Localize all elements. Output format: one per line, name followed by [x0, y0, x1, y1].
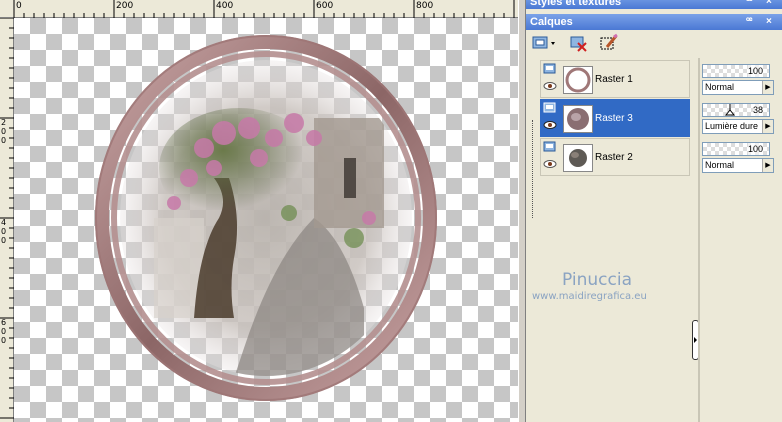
watermark-url: www.maidiregrafica.eu — [532, 291, 647, 302]
raster-layer-icon — [543, 141, 556, 152]
styles-panel-title: Styles et textures — [530, 0, 622, 8]
close-icon[interactable]: × — [766, 14, 772, 30]
new-layer-button[interactable] — [530, 33, 558, 53]
dropdown-arrow-icon: ▶ — [762, 120, 773, 133]
photo-content — [120, 60, 412, 376]
framed-photo — [95, 35, 437, 401]
layer-thumbnail — [563, 144, 593, 172]
blend-mode-select[interactable]: Normal ▶ — [702, 80, 774, 95]
layer-2-properties: 100 Normal ▶ — [702, 140, 774, 176]
panel-splitter[interactable] — [518, 0, 526, 422]
layers-panel-titlebar[interactable]: Calques ꟹ × — [526, 14, 782, 30]
visibility-eye-icon[interactable] — [543, 81, 557, 91]
close-icon[interactable]: × — [766, 0, 772, 9]
layer-row-raster-2[interactable]: Raster 2 — [540, 138, 690, 176]
pin-icon[interactable]: ꟹ — [746, 14, 752, 30]
layer-row-raster-1[interactable]: Raster 1 — [540, 60, 690, 98]
blend-mode-value: Normal — [705, 160, 735, 170]
blend-mode-value: Normal — [705, 82, 735, 92]
image-canvas[interactable] — [14, 18, 518, 422]
layer-row-raster-3[interactable]: Raster 3 — [540, 99, 690, 137]
properties-divider — [698, 58, 700, 422]
opacity-value: 100 — [747, 65, 763, 77]
ruler-ticks — [0, 18, 14, 419]
layers-panel-title: Calques — [530, 16, 573, 28]
opacity-slider[interactable]: 100 — [702, 142, 770, 156]
opacity-value: 100 — [747, 143, 763, 155]
layer-name: Raster 2 — [595, 152, 633, 163]
opacity-value: 38 — [752, 104, 763, 116]
watermark-name: Pinuccia — [562, 270, 632, 290]
dropdown-arrow-icon: ▶ — [762, 159, 773, 172]
horizontal-ruler: 0 200 400 600 800 — [0, 0, 518, 18]
blend-mode-value: Lumière dure — [705, 121, 759, 131]
edit-selection-button[interactable] — [598, 33, 620, 53]
group-connector — [532, 120, 535, 218]
layer-thumbnail — [563, 66, 593, 94]
opacity-slider[interactable]: 38 — [702, 103, 770, 117]
dropdown-arrow-icon: ▶ — [762, 81, 773, 94]
vertical-ruler: 2 0 0 4 0 0 6 0 0 — [0, 18, 14, 422]
layer-thumbnail — [563, 105, 593, 133]
raster-layer-icon — [543, 63, 556, 74]
layers-toolbar — [526, 30, 782, 56]
blend-mode-select[interactable]: Lumière dure ▶ — [702, 119, 774, 134]
layer-3-properties: 38 Lumière dure ▶ — [702, 101, 774, 137]
layer-name: Raster 1 — [595, 74, 633, 85]
visibility-eye-icon[interactable] — [543, 120, 557, 130]
right-panel: Styles et textures ꟹ × Calques ꟹ × Raste… — [526, 0, 782, 422]
layer-1-properties: 100 Normal ▶ — [702, 62, 774, 98]
delete-layer-button[interactable] — [568, 33, 590, 53]
opacity-slider[interactable]: 100 — [702, 64, 770, 78]
slider-thumb-icon[interactable] — [725, 104, 735, 116]
blend-mode-select[interactable]: Normal ▶ — [702, 158, 774, 173]
raster-layer-icon — [543, 102, 556, 113]
pin-icon[interactable]: ꟹ — [746, 0, 752, 9]
styles-panel-titlebar[interactable]: Styles et textures ꟹ × — [526, 0, 782, 9]
visibility-eye-icon[interactable] — [543, 159, 557, 169]
ruler-ticks — [13, 0, 515, 18]
layer-name: Raster 3 — [595, 113, 633, 124]
